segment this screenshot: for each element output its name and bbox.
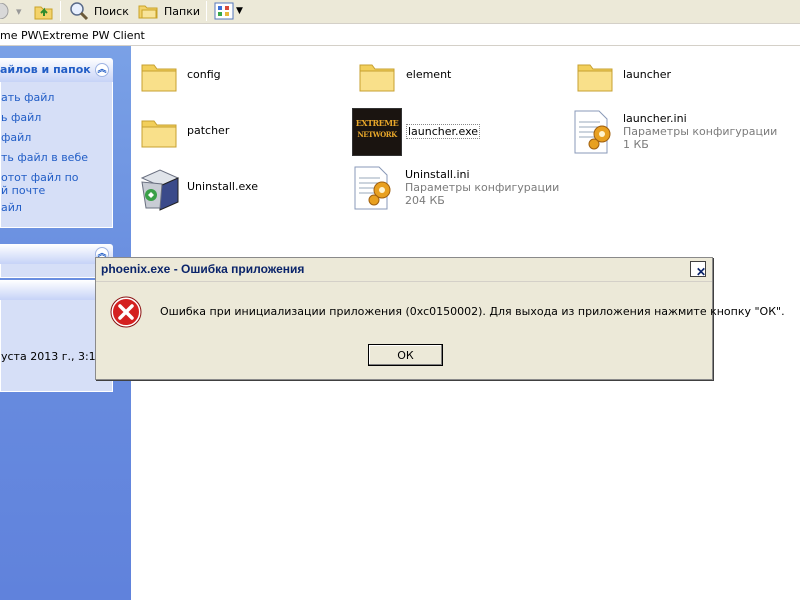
folder-icon	[577, 64, 613, 92]
search-icon	[70, 2, 89, 21]
task-link-copy[interactable]: файл	[1, 131, 31, 144]
ok-button[interactable]: ОК	[368, 344, 443, 366]
error-icon	[110, 296, 142, 328]
file-name: launcher.ini	[623, 112, 687, 125]
task-link-rename[interactable]: ать файл	[1, 91, 54, 104]
launcher-exe-icon: EXTREME NETWORK	[352, 108, 402, 156]
search-button[interactable]: Поиск	[68, 0, 129, 22]
chevron-down-icon: ▼	[236, 6, 243, 16]
file-item-patcher[interactable]: patcher	[136, 110, 336, 162]
file-tasks-header[interactable]: айлов и папок ︽	[0, 58, 113, 82]
folder-icon	[141, 120, 177, 148]
file-item-uninstall-ini[interactable]: Uninstall.ini Параметры конфигурации 204…	[352, 164, 572, 216]
task-link-delete[interactable]: айл	[1, 201, 22, 214]
logo-text-bottom: NETWORK	[357, 130, 397, 139]
task-link-email[interactable]: отот файл по	[1, 171, 79, 184]
dialog-title: phoenix.exe - Ошибка приложения	[101, 262, 305, 276]
search-label: Поиск	[94, 4, 129, 18]
file-item-launcher[interactable]: launcher	[572, 54, 772, 106]
up-folder-button[interactable]	[34, 0, 56, 22]
folder-icon	[359, 64, 395, 92]
dialog-message: Ошибка при инициализации приложения (0xc…	[160, 305, 785, 318]
file-name: Uninstall.exe	[187, 180, 258, 193]
views-button[interactable]: ▼	[214, 0, 243, 22]
chevron-down-icon[interactable]: ▾	[16, 0, 26, 22]
file-name: config	[187, 68, 221, 81]
config-file-icon	[354, 166, 391, 210]
up-folder-icon	[34, 6, 53, 20]
toolbar: ▾ Поиск Папки ▼	[0, 0, 800, 24]
file-item-launcher-exe[interactable]: EXTREME NETWORK launcher.exe	[352, 108, 552, 160]
file-name: launcher.exe	[406, 124, 481, 139]
dialog-title-bar[interactable]: phoenix.exe - Ошибка приложения ✕	[96, 258, 712, 282]
address-bar[interactable]: me PW\Extreme PW Client	[0, 24, 800, 46]
task-link-publish[interactable]: ть файл в вебе	[1, 151, 88, 164]
file-item-element[interactable]: element	[354, 54, 554, 106]
close-button[interactable]: ✕	[690, 261, 707, 279]
error-dialog: phoenix.exe - Ошибка приложения ✕ Ошибка…	[95, 257, 785, 380]
back-arrow-icon	[0, 3, 9, 19]
file-type: Параметры конфигурации	[623, 125, 778, 138]
file-name: element	[406, 68, 452, 81]
collapse-chevron-icon[interactable]: ︽	[95, 63, 109, 77]
details-date: уста 2013 г., 3:16	[1, 350, 103, 363]
file-item-launcher-ini[interactable]: launcher.ini Параметры конфигурации 1 КБ	[572, 108, 792, 160]
task-link-move[interactable]: ь файл	[1, 111, 41, 124]
folders-label: Папки	[164, 4, 200, 18]
file-item-uninstall-exe[interactable]: Uninstall.exe	[134, 164, 334, 216]
config-file-icon	[574, 110, 611, 154]
file-size: 204 КБ	[405, 194, 445, 207]
folder-icon	[141, 64, 177, 92]
file-size: 1 КБ	[623, 138, 649, 151]
uninstall-icon	[140, 169, 180, 211]
address-path: me PW\Extreme PW Client	[0, 29, 145, 42]
folders-button[interactable]: Папки	[138, 0, 200, 22]
file-tasks-title: айлов и папок	[0, 63, 91, 76]
file-type: Параметры конфигурации	[405, 181, 560, 194]
task-link-email-cont[interactable]: й почте	[1, 184, 45, 197]
file-name: launcher	[623, 68, 672, 81]
close-icon: ✕	[696, 265, 707, 279]
ok-label: ОК	[397, 348, 414, 362]
back-button[interactable]	[0, 0, 14, 22]
views-icon	[214, 2, 234, 20]
file-tasks-panel: ать файл ь файл файл ть файл в вебе отот…	[0, 82, 113, 228]
file-name: patcher	[187, 124, 230, 137]
folders-icon	[138, 5, 158, 19]
file-name: Uninstall.ini	[405, 168, 470, 181]
logo-text-top: EXTREME	[355, 118, 399, 128]
file-item-config[interactable]: config	[136, 54, 336, 106]
